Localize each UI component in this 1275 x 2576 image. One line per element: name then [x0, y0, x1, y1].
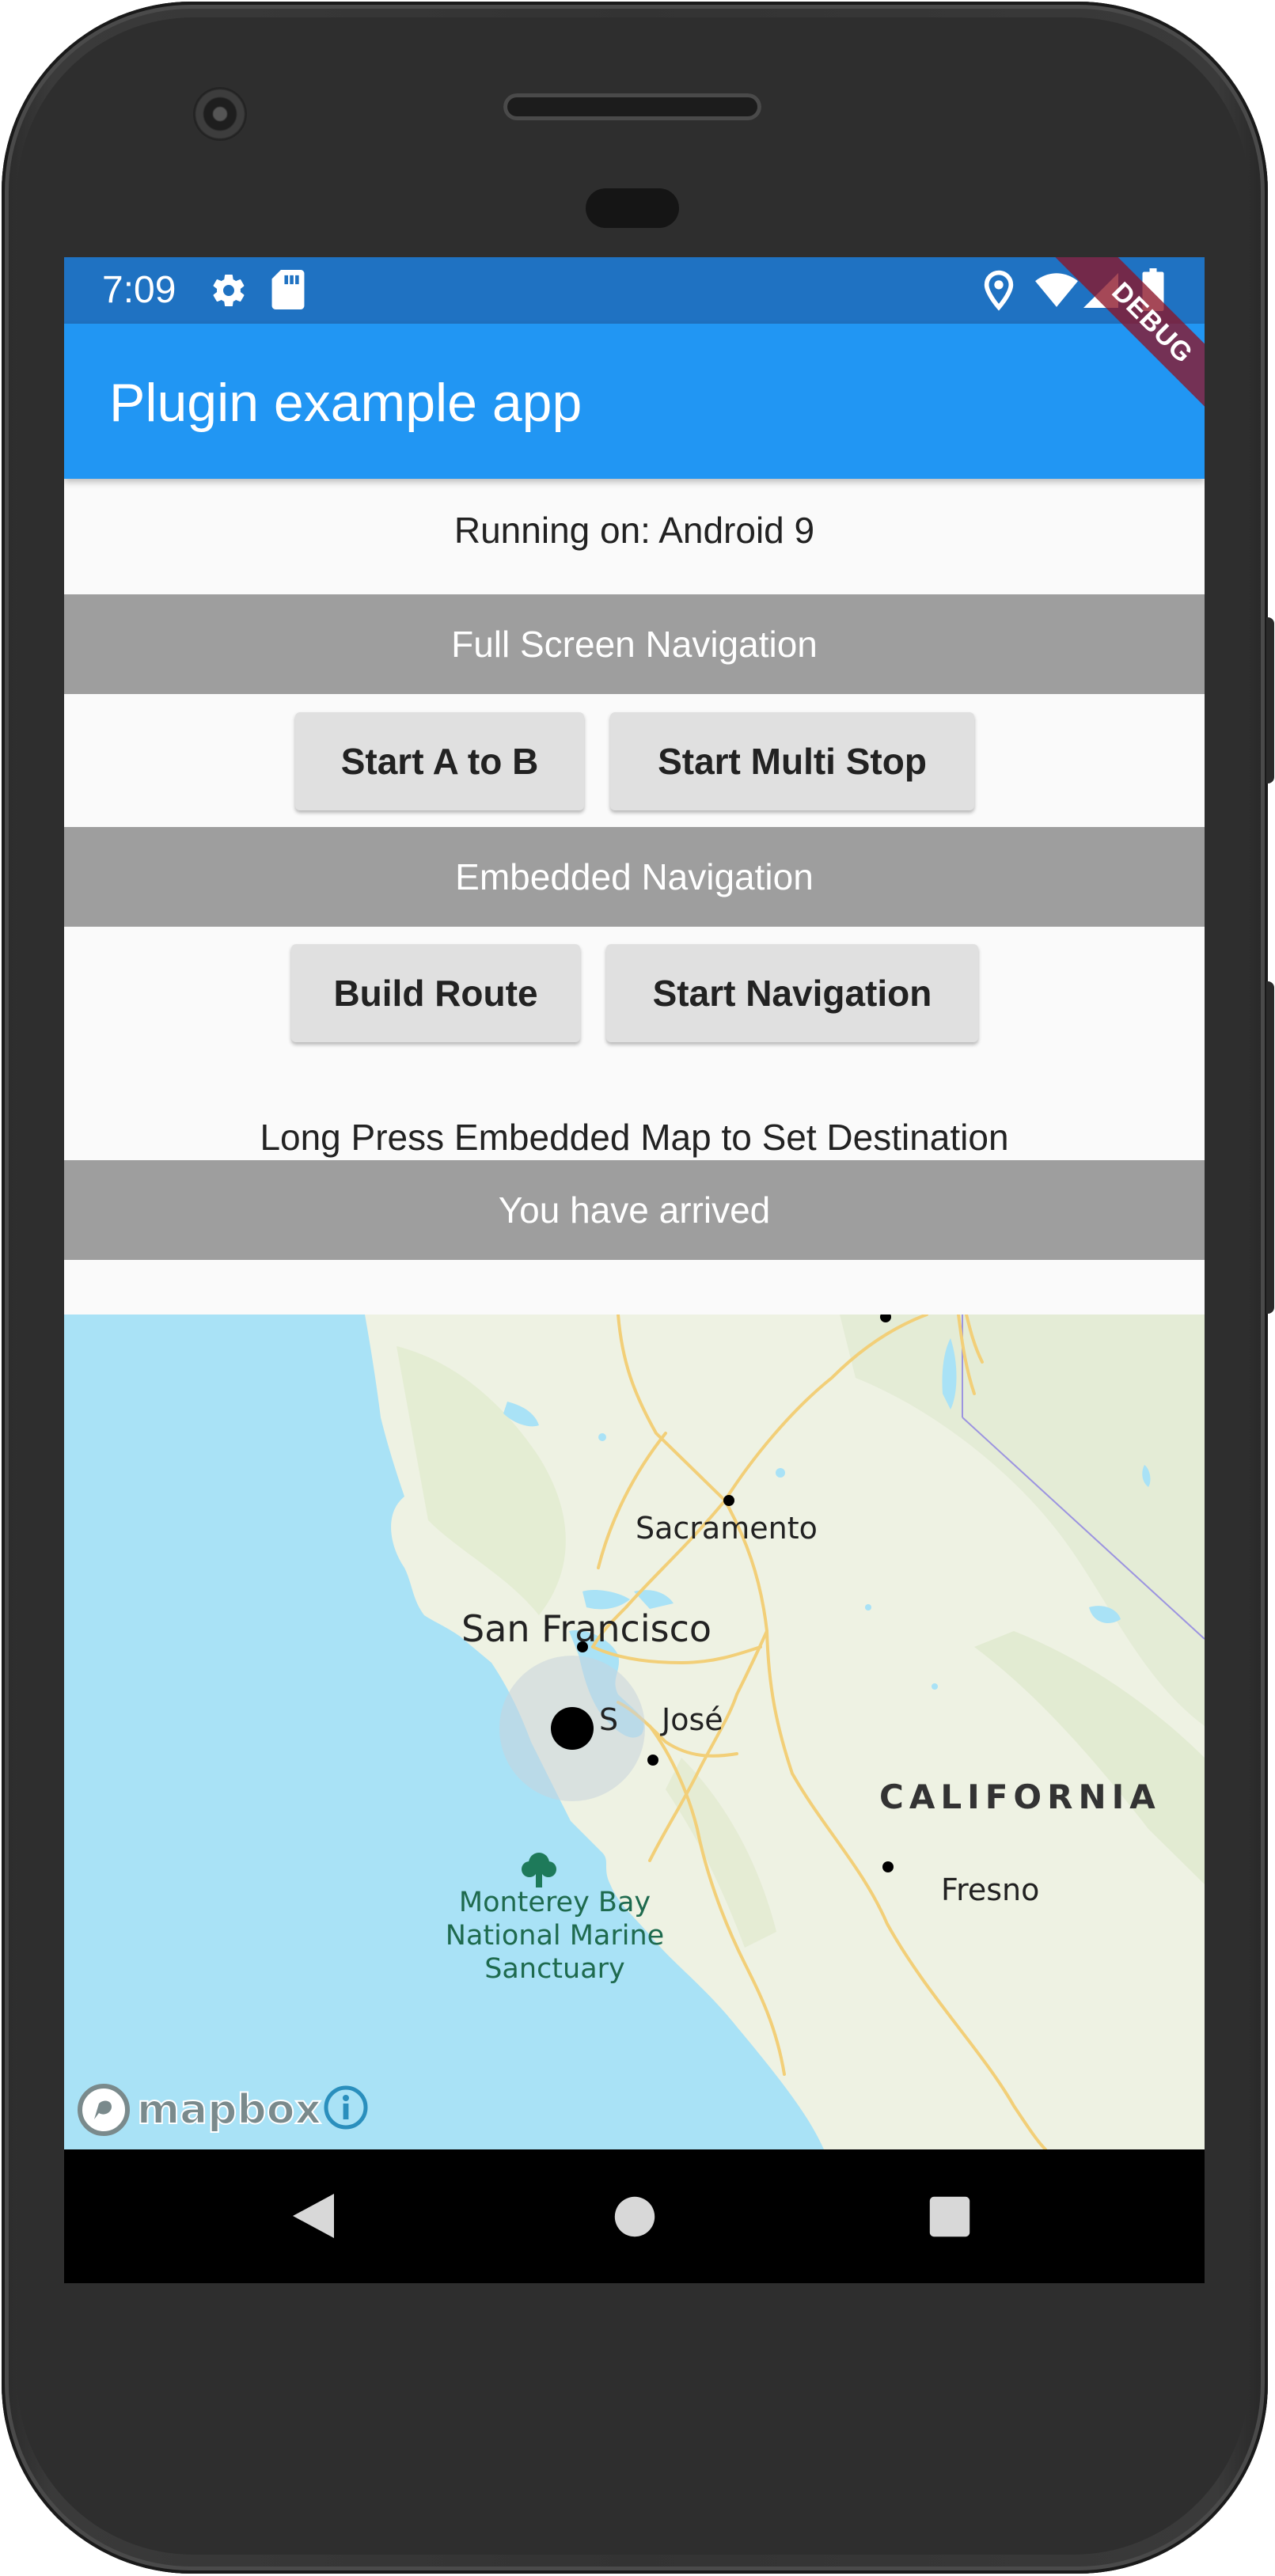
- info-icon[interactable]: [322, 2084, 370, 2131]
- recents-icon[interactable]: [928, 2195, 971, 2242]
- map-label-san-francisco: San Francisco: [461, 1607, 712, 1650]
- system-navigation-bar: [64, 2149, 1205, 2283]
- instruction-text: Long Press Embedded Map to Set Destinati…: [260, 1117, 1009, 1158]
- platform-version-text: Running on: Android 9: [453, 510, 815, 551]
- status-bar: 7:09: [64, 257, 1205, 324]
- back-icon[interactable]: [290, 2191, 337, 2245]
- gear-icon: [210, 271, 248, 313]
- build-route-button[interactable]: Build Route: [291, 944, 580, 1042]
- map-label-monterey-line2: National Marine: [445, 1920, 665, 1952]
- sd-card-icon: [271, 270, 305, 313]
- map-label-monterey-bay: Monterey Bay National Marine Sanctuary: [436, 1886, 674, 1986]
- proximity-sensor: [586, 188, 679, 228]
- map-label-sacramento: Sacramento: [636, 1511, 818, 1546]
- wifi-icon: [1034, 271, 1079, 312]
- full-screen-navigation-header: Full Screen Navigation: [64, 594, 1205, 694]
- map-label-fresno: Fresno: [941, 1872, 1040, 1907]
- map-label-san-jose-prefix: S: [599, 1702, 619, 1737]
- earpiece-speaker: [503, 93, 761, 120]
- screen: 7:09 Plugin example app DEBUG Running on…: [64, 257, 1205, 2283]
- power-button[interactable]: [1266, 617, 1274, 783]
- front-camera: [193, 87, 247, 141]
- mapbox-wordmark: mapbox: [136, 2085, 322, 2134]
- start-navigation-button[interactable]: Start Navigation: [606, 944, 978, 1042]
- start-a-to-b-button[interactable]: Start A to B: [295, 712, 584, 810]
- embedded-navigation-header: Embedded Navigation: [64, 827, 1205, 927]
- navigation-status-banner: You have arrived: [64, 1160, 1205, 1260]
- page-title: Plugin example app: [109, 373, 582, 433]
- map-label-san-jose: José: [662, 1702, 723, 1737]
- map-label-monterey-line1: Monterey Bay: [458, 1887, 651, 1918]
- device-frame: 7:09 Plugin example app DEBUG Running on…: [0, 0, 1275, 2576]
- app-bar: Plugin example app: [64, 324, 1205, 479]
- home-icon[interactable]: [613, 2195, 656, 2242]
- map-label-california: CALIFORNIA: [879, 1777, 1161, 1816]
- location-pin-icon: [982, 270, 1015, 315]
- map-label-monterey-line3: Sanctuary: [484, 1953, 625, 1985]
- embedded-map[interactable]: Sacramento San Francisco S José CALIFORN…: [64, 1315, 1205, 2149]
- mapbox-logo-icon: [78, 2084, 130, 2136]
- volume-button[interactable]: [1266, 981, 1274, 1314]
- start-multi-stop-button[interactable]: Start Multi Stop: [610, 712, 974, 810]
- mapbox-logo[interactable]: mapbox: [75, 2081, 322, 2139]
- map-canvas[interactable]: [64, 1315, 1205, 2149]
- status-time: 7:09: [102, 269, 176, 311]
